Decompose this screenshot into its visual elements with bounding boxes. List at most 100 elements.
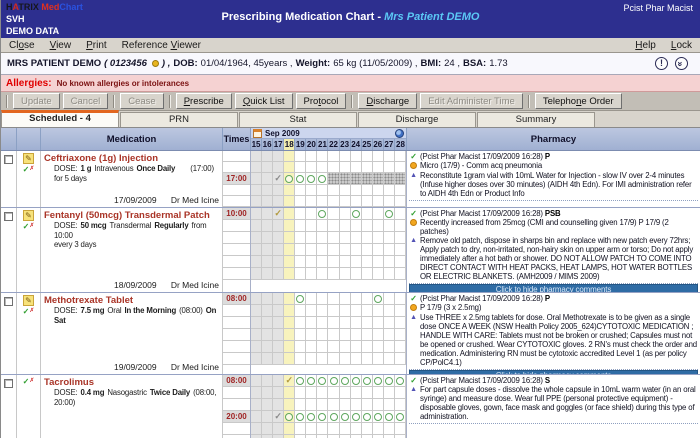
- admin-cell[interactable]: [362, 185, 373, 196]
- alert-icon[interactable]: !: [655, 57, 668, 70]
- admin-cell[interactable]: [340, 208, 351, 220]
- order-status-icon[interactable]: ✓✗: [17, 222, 40, 231]
- admin-cell[interactable]: [373, 399, 384, 411]
- admin-cell[interactable]: [328, 173, 339, 184]
- menu-item-view[interactable]: View: [50, 40, 72, 51]
- admin-cell[interactable]: [373, 268, 384, 280]
- admin-cell[interactable]: [395, 185, 406, 196]
- admin-cell[interactable]: [351, 411, 362, 423]
- admin-cell[interactable]: [384, 375, 395, 387]
- admin-cell[interactable]: [273, 353, 284, 365]
- admin-cell[interactable]: [395, 151, 406, 162]
- admin-cell[interactable]: [284, 268, 295, 280]
- tab-prn[interactable]: PRN: [120, 112, 238, 127]
- admin-cell[interactable]: [317, 185, 328, 196]
- admin-cell[interactable]: [384, 317, 395, 329]
- medication-title[interactable]: Ceftriaxone (1g) Injection: [44, 153, 220, 164]
- admin-cell[interactable]: [273, 232, 284, 244]
- admin-cell[interactable]: [273, 244, 284, 256]
- admin-cell[interactable]: [362, 220, 373, 232]
- admin-cell[interactable]: [395, 423, 406, 435]
- admin-cell[interactable]: [351, 387, 362, 399]
- admin-cell[interactable]: [351, 341, 362, 353]
- admin-cell[interactable]: [395, 353, 406, 365]
- admin-cell[interactable]: [317, 423, 328, 435]
- admin-cell[interactable]: [373, 375, 384, 387]
- admin-cell[interactable]: [340, 232, 351, 244]
- admin-cell[interactable]: [373, 244, 384, 256]
- admin-cell[interactable]: [317, 268, 328, 280]
- admin-cell[interactable]: [328, 244, 339, 256]
- admin-cell[interactable]: [328, 411, 339, 423]
- admin-cell[interactable]: [262, 208, 273, 220]
- admin-cell[interactable]: [373, 162, 384, 173]
- admin-cell[interactable]: [273, 268, 284, 280]
- admin-cell[interactable]: [328, 305, 339, 317]
- admin-cell[interactable]: [262, 317, 273, 329]
- admin-cell[interactable]: [295, 256, 306, 268]
- admin-cell[interactable]: [251, 387, 262, 399]
- menu-item-lock[interactable]: Lock: [671, 40, 692, 51]
- admin-cell[interactable]: [328, 256, 339, 268]
- admin-cell[interactable]: [351, 399, 362, 411]
- admin-cell[interactable]: [262, 268, 273, 280]
- admin-cell[interactable]: [295, 375, 306, 387]
- admin-cell[interactable]: [340, 353, 351, 365]
- admin-cell[interactable]: [284, 196, 295, 207]
- admin-cell[interactable]: [395, 232, 406, 244]
- admin-cell[interactable]: [395, 208, 406, 220]
- expand-chevron-icon[interactable]: »: [675, 57, 688, 70]
- admin-cell[interactable]: [273, 185, 284, 196]
- order-status-icon[interactable]: ✓✗: [17, 307, 40, 316]
- admin-cell[interactable]: [373, 411, 384, 423]
- admin-cell[interactable]: [251, 317, 262, 329]
- admin-cell[interactable]: [351, 196, 362, 207]
- admin-cell[interactable]: [306, 353, 317, 365]
- admin-cell[interactable]: [328, 399, 339, 411]
- admin-cell[interactable]: [328, 268, 339, 280]
- admin-cell[interactable]: [295, 268, 306, 280]
- admin-cell[interactable]: [384, 232, 395, 244]
- admin-cell[interactable]: [328, 185, 339, 196]
- admin-cell[interactable]: [362, 317, 373, 329]
- admin-cell[interactable]: [284, 185, 295, 196]
- admin-cell[interactable]: [306, 196, 317, 207]
- admin-cell[interactable]: [384, 387, 395, 399]
- admin-cell[interactable]: [328, 387, 339, 399]
- admin-cell[interactable]: [340, 220, 351, 232]
- admin-cell[interactable]: [284, 341, 295, 353]
- admin-cell[interactable]: [362, 329, 373, 341]
- admin-cell[interactable]: [362, 162, 373, 173]
- admin-cell[interactable]: [395, 317, 406, 329]
- admin-cell[interactable]: [273, 329, 284, 341]
- admin-cell[interactable]: [306, 256, 317, 268]
- admin-cell[interactable]: [328, 375, 339, 387]
- admin-cell[interactable]: [262, 375, 273, 387]
- admin-cell[interactable]: [373, 196, 384, 207]
- admin-cell[interactable]: [317, 375, 328, 387]
- admin-cell[interactable]: [284, 208, 295, 220]
- admin-cell[interactable]: [340, 423, 351, 435]
- admin-cell[interactable]: [295, 305, 306, 317]
- admin-cell[interactable]: [351, 293, 362, 305]
- admin-cell[interactable]: [262, 305, 273, 317]
- admin-cell[interactable]: [295, 173, 306, 184]
- row-select-checkbox[interactable]: [4, 379, 13, 388]
- admin-cell[interactable]: [395, 329, 406, 341]
- admin-cell[interactable]: [251, 244, 262, 256]
- admin-cell[interactable]: [284, 317, 295, 329]
- admin-cell[interactable]: [295, 244, 306, 256]
- admin-cell[interactable]: [384, 162, 395, 173]
- admin-cell[interactable]: [251, 353, 262, 365]
- admin-cell[interactable]: [284, 387, 295, 399]
- admin-cell[interactable]: [362, 375, 373, 387]
- admin-cell[interactable]: [384, 411, 395, 423]
- admin-cell[interactable]: [295, 151, 306, 162]
- tab-scheduled-4[interactable]: Scheduled - 4: [1, 110, 119, 127]
- admin-cell[interactable]: [340, 196, 351, 207]
- admin-cell[interactable]: [306, 423, 317, 435]
- admin-cell[interactable]: [306, 329, 317, 341]
- admin-cell[interactable]: [351, 317, 362, 329]
- admin-cell[interactable]: [251, 256, 262, 268]
- admin-cell[interactable]: [317, 293, 328, 305]
